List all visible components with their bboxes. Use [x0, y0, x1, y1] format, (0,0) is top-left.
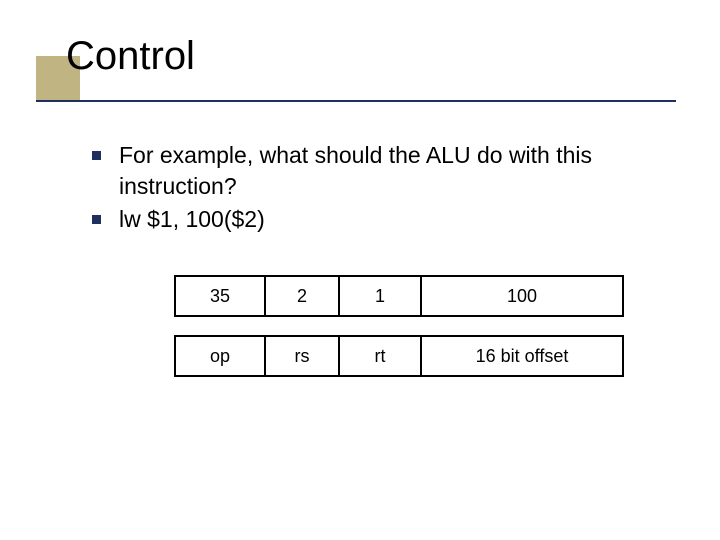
body-content: For example, what should the ALU do with…: [92, 140, 652, 237]
bullet-square-icon: [92, 151, 101, 160]
cell-imm-label: 16 bit offset: [422, 337, 622, 375]
instruction-tables: 35 2 1 100 op rs rt 16 bit offset: [174, 275, 624, 395]
slide-title: Control: [36, 34, 195, 79]
cell-rs-value: 2: [266, 277, 340, 315]
cell-rt-label: rt: [340, 337, 422, 375]
title-block: Control: [36, 34, 195, 79]
bullet-text: lw $1, 100($2): [119, 204, 265, 235]
bullet-item: For example, what should the ALU do with…: [92, 140, 652, 202]
bullet-square-icon: [92, 215, 101, 224]
bullet-item: lw $1, 100($2): [92, 204, 652, 235]
cell-rs-label: rs: [266, 337, 340, 375]
cell-op-label: op: [176, 337, 266, 375]
cell-imm-value: 100: [422, 277, 622, 315]
slide: Control For example, what should the ALU…: [0, 0, 720, 540]
cell-op-value: 35: [176, 277, 266, 315]
instruction-field-row: op rs rt 16 bit offset: [174, 335, 624, 377]
bullet-text: For example, what should the ALU do with…: [119, 140, 652, 202]
title-underline: [36, 100, 676, 102]
instruction-value-row: 35 2 1 100: [174, 275, 624, 317]
cell-rt-value: 1: [340, 277, 422, 315]
